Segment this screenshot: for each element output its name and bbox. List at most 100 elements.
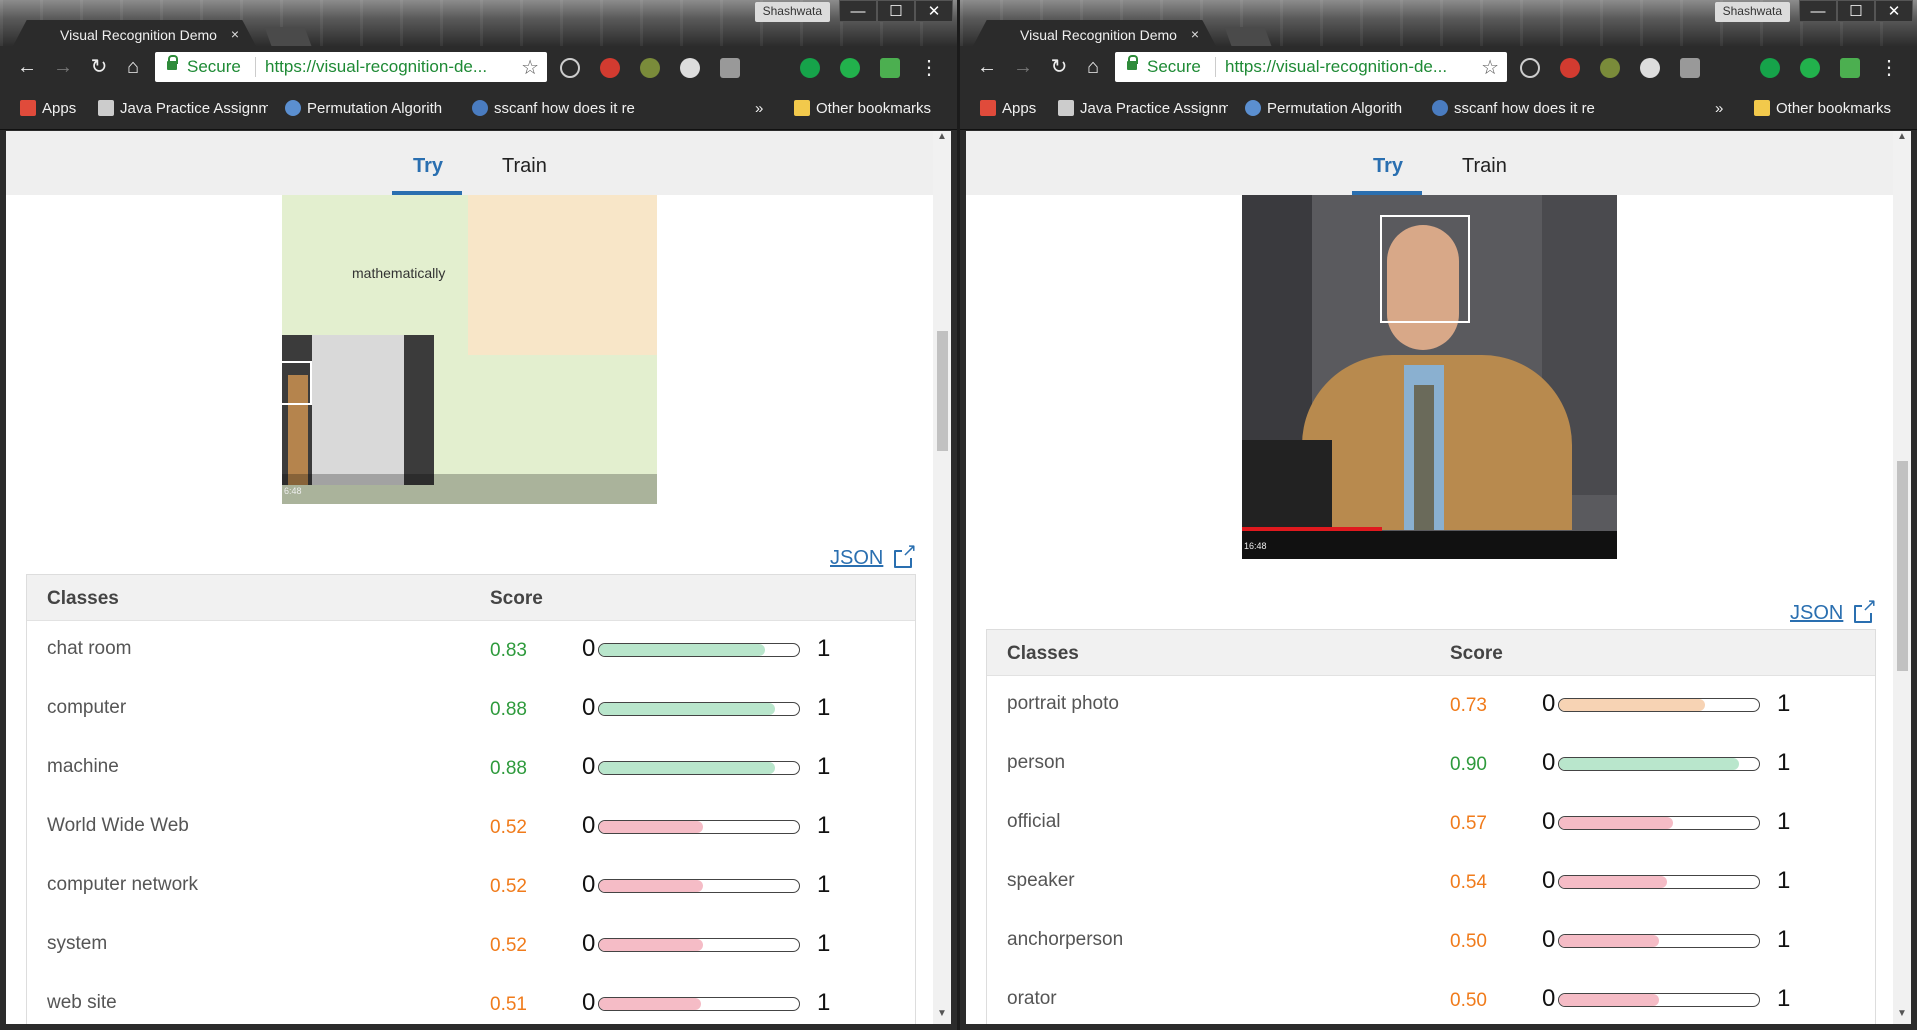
- forward-arrow-icon[interactable]: →: [50, 54, 76, 80]
- title-bar: Visual Recognition Demo × Shashwata — ☐ …: [0, 0, 957, 48]
- extension-icon[interactable]: [1520, 58, 1540, 78]
- new-tab-button[interactable]: [264, 27, 312, 46]
- scale-min: 0: [582, 930, 596, 957]
- forward-arrow-icon[interactable]: →: [1010, 54, 1036, 80]
- tab-try[interactable]: Try: [413, 155, 443, 178]
- profile-button[interactable]: Shashwata: [754, 2, 830, 22]
- scroll-down-icon[interactable]: ▼: [933, 1008, 951, 1024]
- json-link[interactable]: JSON: [830, 547, 883, 570]
- url-text[interactable]: https://visual-recognition-de...: [1225, 57, 1447, 77]
- minimize-button[interactable]: —: [839, 0, 877, 22]
- table-row: machine 0.88 0 1: [27, 739, 915, 798]
- home-icon[interactable]: ⌂: [1080, 54, 1106, 80]
- scroll-up-icon[interactable]: ▲: [933, 131, 951, 147]
- bookmark-java[interactable]: Java Practice Assignm: [1058, 100, 1228, 117]
- extension-icon[interactable]: [720, 58, 740, 78]
- close-window-button[interactable]: ✕: [915, 0, 953, 22]
- scale-min: 0: [1542, 690, 1556, 717]
- browser-tab[interactable]: Visual Recognition Demo ×: [12, 20, 257, 48]
- bookmark-sscanf[interactable]: sscanf how does it re: [1432, 100, 1602, 117]
- score-bar: [598, 997, 800, 1011]
- scale-max: 1: [817, 694, 831, 721]
- folder-icon: [1754, 100, 1770, 116]
- apps-grid-icon: [20, 100, 36, 116]
- menu-icon[interactable]: ⋮: [919, 55, 939, 80]
- scrollbar[interactable]: ▲ ▼: [1893, 131, 1911, 1024]
- column-header-score: Score: [490, 588, 543, 609]
- scroll-up-icon[interactable]: ▲: [1893, 131, 1911, 147]
- tab-try[interactable]: Try: [1373, 155, 1403, 178]
- back-arrow-icon[interactable]: ←: [974, 54, 1000, 80]
- bookmark-star-icon[interactable]: ☆: [1481, 55, 1499, 80]
- back-arrow-icon[interactable]: ←: [14, 54, 40, 80]
- extension-icon[interactable]: [600, 58, 620, 78]
- reload-icon[interactable]: ↻: [86, 54, 112, 80]
- extension-icon[interactable]: [880, 58, 900, 78]
- extension-icon[interactable]: [680, 58, 700, 78]
- menu-icon[interactable]: ⋮: [1879, 55, 1899, 80]
- bookmark-sscanf[interactable]: sscanf how does it re: [472, 100, 642, 117]
- external-link-icon[interactable]: [1854, 597, 1878, 623]
- grammarly-icon[interactable]: [800, 58, 820, 78]
- extension-icon[interactable]: [1560, 58, 1580, 78]
- toolbar: ← → ↻ ⌂ Secure https://visual-recognitio…: [960, 46, 1917, 88]
- browser-tab[interactable]: Visual Recognition Demo ×: [972, 20, 1217, 48]
- profile-button[interactable]: Shashwata: [1714, 2, 1790, 22]
- globe-icon: [472, 100, 488, 116]
- tab-train[interactable]: Train: [502, 155, 547, 178]
- tab-close-icon[interactable]: ×: [1191, 26, 1199, 42]
- bookmark-permutation[interactable]: Permutation Algorith: [1245, 100, 1413, 117]
- grammarly-icon[interactable]: [1760, 58, 1780, 78]
- external-link-icon[interactable]: [894, 542, 918, 568]
- bookmark-other[interactable]: Other bookmarks: [794, 100, 931, 117]
- score-bar-fill: [599, 821, 703, 833]
- scroll-down-icon[interactable]: ▼: [1893, 1008, 1911, 1024]
- extension-icon[interactable]: [1680, 58, 1700, 78]
- bookmarks-overflow[interactable]: »: [755, 100, 763, 117]
- extension-icon[interactable]: [1600, 58, 1620, 78]
- address-bar[interactable]: Secure https://visual-recognition-de... …: [1115, 52, 1507, 82]
- bookmark-star-icon[interactable]: ☆: [521, 55, 539, 80]
- bookmarks-bar: Apps Java Practice Assignm Permutation A…: [0, 88, 957, 130]
- tab-train[interactable]: Train: [1462, 155, 1507, 178]
- close-window-button[interactable]: ✕: [1875, 0, 1913, 22]
- bookmarks-bar: Apps Java Practice Assignm Permutation A…: [960, 88, 1917, 130]
- extension-icon[interactable]: [1840, 58, 1860, 78]
- tab-close-icon[interactable]: ×: [231, 26, 239, 42]
- bookmark-other[interactable]: Other bookmarks: [1754, 100, 1891, 117]
- scale-max: 1: [817, 871, 831, 898]
- maximize-button[interactable]: ☐: [1837, 0, 1875, 22]
- home-icon[interactable]: ⌂: [120, 54, 146, 80]
- bookmark-apps[interactable]: Apps: [980, 100, 1036, 117]
- bookmark-java[interactable]: Java Practice Assignm: [98, 100, 268, 117]
- score-bar-fill: [1559, 935, 1659, 947]
- extension-icon[interactable]: [640, 58, 660, 78]
- table-row: orator 0.50 0 1: [987, 971, 1875, 1024]
- globe-icon: [1245, 100, 1261, 116]
- bookmark-apps[interactable]: Apps: [20, 100, 76, 117]
- scroll-thumb[interactable]: [1897, 461, 1908, 671]
- score-bar-fill: [599, 703, 775, 715]
- bookmark-permutation[interactable]: Permutation Algorith: [285, 100, 453, 117]
- extension-icon[interactable]: [1640, 58, 1660, 78]
- bookmarks-overflow[interactable]: »: [1715, 100, 1723, 117]
- scroll-thumb[interactable]: [937, 331, 948, 451]
- minimize-button[interactable]: —: [1799, 0, 1837, 22]
- table-row: person 0.90 0 1: [987, 735, 1875, 794]
- maximize-button[interactable]: ☐: [877, 0, 915, 22]
- extension-icon[interactable]: [1800, 58, 1820, 78]
- new-tab-button[interactable]: [1224, 27, 1272, 46]
- scale-max: 1: [1777, 808, 1791, 835]
- score-value: 0.88: [490, 758, 527, 779]
- json-link[interactable]: JSON: [1790, 602, 1843, 625]
- reload-icon[interactable]: ↻: [1046, 54, 1072, 80]
- tab-title: Visual Recognition Demo: [1020, 27, 1177, 43]
- score-bar: [598, 643, 800, 657]
- table-header: Classes Score: [27, 575, 915, 621]
- extension-icon[interactable]: [840, 58, 860, 78]
- scrollbar[interactable]: ▲ ▼: [933, 131, 951, 1024]
- extension-icon[interactable]: [560, 58, 580, 78]
- address-bar[interactable]: Secure https://visual-recognition-de... …: [155, 52, 547, 82]
- url-text[interactable]: https://visual-recognition-de...: [265, 57, 487, 77]
- class-name: chat room: [47, 638, 132, 659]
